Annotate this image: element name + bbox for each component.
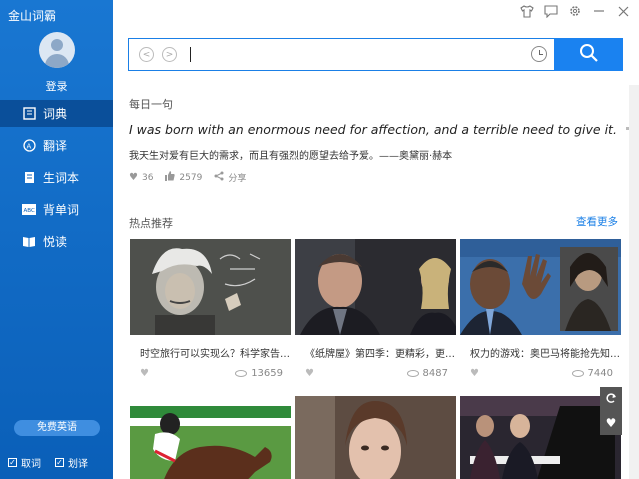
thumbs-up-icon	[165, 171, 176, 184]
option-label: 划译	[68, 459, 88, 470]
heart-icon[interactable]: ♥	[470, 368, 479, 379]
close-icon[interactable]	[613, 2, 633, 20]
search-bar: < >	[128, 38, 623, 71]
article-image	[295, 239, 456, 335]
minimize-icon[interactable]	[589, 2, 609, 20]
main-content: 每日一句 I was born with an enormous need fo…	[113, 85, 637, 479]
sidebar-item-label: 背单词	[43, 203, 80, 217]
article-card[interactable]: 《纸牌屋》第四季：更精彩，更… ♥ 8487	[295, 239, 456, 379]
article-image	[460, 239, 621, 335]
svg-text:A: A	[26, 143, 31, 151]
sidebar: 金山词霸 登录 词典 A 翻译 生词本 ABC 背单词 悦读 免费英语 ✓ 取词…	[0, 0, 113, 479]
history-clock-icon[interactable]	[531, 46, 547, 62]
option-pick-word[interactable]: ✓ 取词	[8, 455, 41, 470]
article-image	[460, 396, 621, 479]
eye-icon	[571, 370, 584, 377]
search-icon	[579, 43, 599, 67]
sidebar-item-dictionary[interactable]: 词典	[0, 100, 113, 127]
option-select-translate[interactable]: ✓ 划译	[55, 455, 88, 470]
view-count: 7440	[571, 368, 613, 379]
thumbs-up-button[interactable]: 2579	[165, 171, 202, 184]
svg-text:ABC: ABC	[24, 208, 35, 214]
sidebar-item-memorize[interactable]: ABC 背单词	[0, 196, 113, 223]
sidebar-item-wordbook[interactable]: 生词本	[0, 164, 113, 191]
free-english-button[interactable]: 免费英语	[14, 420, 100, 436]
article-caption: 权力的游戏：奥巴马将能抢先知…	[470, 349, 620, 360]
sidebar-item-label: 生词本	[43, 171, 80, 185]
forward-arrow-icon[interactable]: >	[162, 47, 177, 62]
favorite-button[interactable]: ♥	[600, 411, 622, 435]
article-card[interactable]	[460, 396, 621, 479]
option-label: 取词	[21, 459, 41, 470]
search-button[interactable]	[554, 38, 623, 71]
heart-icon: ♥	[129, 172, 138, 183]
content-scrollbar[interactable]	[629, 85, 639, 479]
article-stats: ♥ 7440	[460, 360, 621, 379]
hot-recommend-title: 热点推荐	[129, 217, 173, 230]
search-input[interactable]	[190, 47, 191, 62]
sidebar-item-label: 词典	[43, 107, 68, 121]
article-image	[295, 396, 456, 479]
avatar[interactable]	[39, 32, 75, 68]
article-stats: ♥ 13659	[130, 360, 291, 379]
heart-icon[interactable]: ♥	[305, 368, 314, 379]
back-arrow-icon[interactable]: <	[139, 47, 154, 62]
share-icon	[214, 171, 224, 184]
article-image	[130, 396, 291, 479]
article-card[interactable]: 权力的游戏：奥巴马将能抢先知… ♥ 7440	[460, 239, 621, 379]
daily-english-sentence: I was born with an enormous need for aff…	[129, 122, 638, 137]
eye-icon	[235, 370, 248, 377]
heart-icon[interactable]: ♥	[140, 368, 149, 379]
shirt-skin-icon[interactable]	[517, 2, 537, 20]
daily-chinese-translation: 我天生对爱有巨大的需求，而且有强烈的愿望去给予爱。——奥黛丽·赫本	[129, 151, 453, 162]
notebook-icon	[22, 171, 36, 185]
view-count: 13659	[235, 368, 283, 379]
window-controls	[513, 2, 633, 20]
article-card[interactable]: 时空旅行可以实现么？科学家告… ♥ 13659	[130, 239, 291, 379]
article-stats: ♥ 8487	[295, 360, 456, 379]
heart-icon: ♥	[605, 416, 617, 430]
refresh-icon	[605, 392, 617, 407]
sidebar-item-reading[interactable]: 悦读	[0, 228, 113, 255]
view-count: 8487	[406, 368, 448, 379]
bottom-options: ✓ 取词 ✓ 划译	[8, 455, 102, 470]
app-title: 金山词霸	[8, 9, 57, 23]
sidebar-item-label: 悦读	[43, 235, 68, 249]
sidebar-item-label: 翻译	[43, 139, 68, 153]
refresh-button[interactable]	[600, 387, 622, 411]
sidebar-nav: 词典 A 翻译 生词本 ABC 背单词 悦读	[0, 100, 113, 260]
article-caption: 时空旅行可以实现么？科学家告…	[140, 349, 290, 360]
open-book-icon	[22, 235, 36, 249]
daily-sentence-title: 每日一句	[129, 98, 173, 111]
article-card[interactable]	[295, 396, 456, 479]
checkbox-icon[interactable]: ✓	[8, 458, 17, 467]
article-image	[130, 239, 291, 335]
like-button[interactable]: ♥ 36	[129, 172, 153, 183]
feedback-icon[interactable]	[541, 2, 561, 20]
translate-icon: A	[22, 139, 36, 153]
login-link[interactable]: 登录	[0, 78, 113, 94]
daily-meta: ♥ 36 2579 分享	[129, 171, 258, 184]
checkbox-icon[interactable]: ✓	[55, 458, 64, 467]
abc-card-icon: ABC	[22, 203, 36, 217]
eye-icon	[406, 370, 419, 377]
see-more-link[interactable]: 查看更多	[576, 214, 618, 229]
book-icon	[22, 107, 36, 121]
article-card[interactable]	[130, 396, 291, 479]
settings-gear-icon[interactable]	[565, 2, 585, 20]
sidebar-item-translate[interactable]: A 翻译	[0, 132, 113, 159]
share-button[interactable]: 分享	[214, 171, 246, 184]
article-caption: 《纸牌屋》第四季：更精彩，更…	[305, 349, 455, 360]
